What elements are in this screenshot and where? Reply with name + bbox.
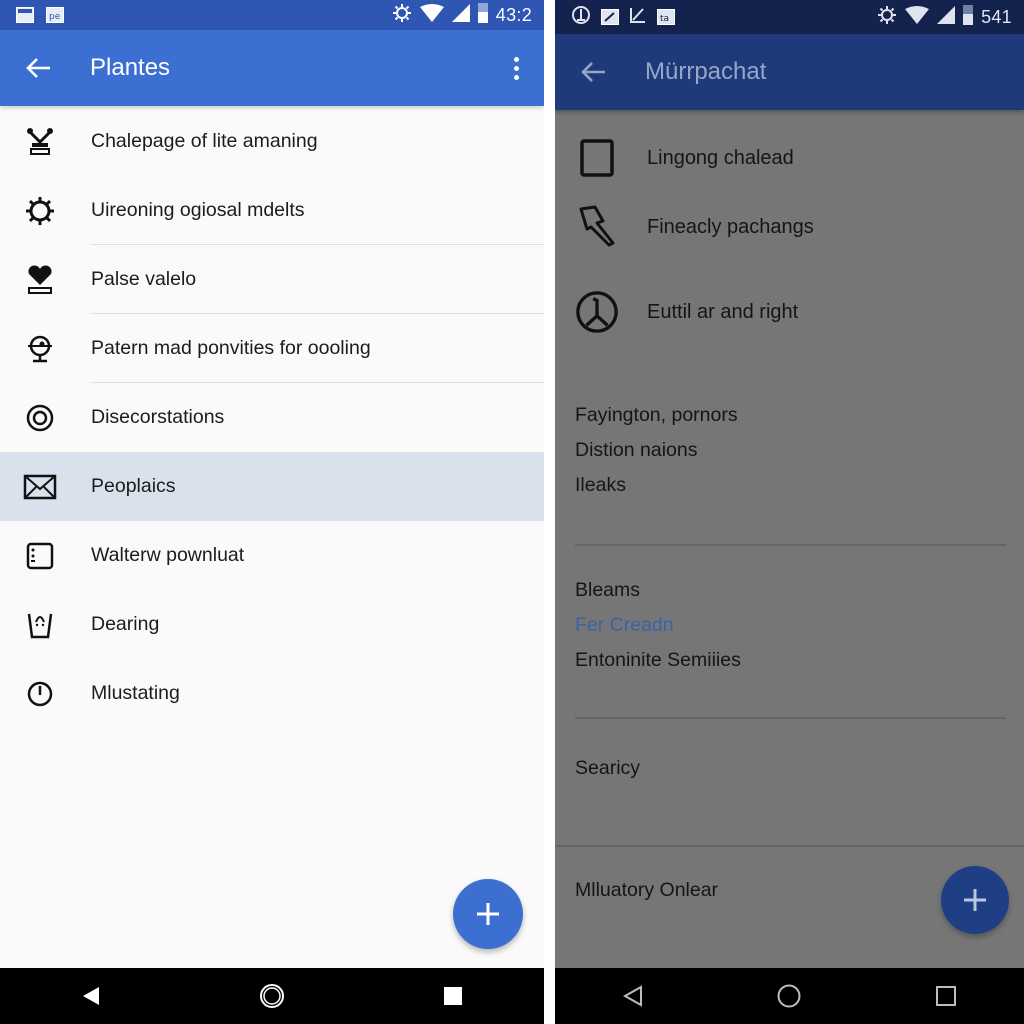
clock-icon [22,676,58,712]
more-options-button[interactable] [504,48,528,88]
list-text-item[interactable]: Searicy [575,757,640,780]
more-vert-icon [513,56,519,62]
settings-icon [877,5,897,30]
list-item-label: Fineacly pachangs [647,215,814,238]
list-item-label: Lingong chalead [647,146,794,169]
list-item[interactable]: Fineacly pachangs [555,197,1024,257]
status-bar: ta 541 [555,0,1024,34]
status-time: 541 [981,6,1012,27]
list-text-item[interactable]: Mlluatory Onlear [575,879,718,902]
image-notification-icon [601,9,619,25]
nav-home-button[interactable] [252,976,292,1016]
divider [575,717,1006,719]
nav-back-button[interactable] [613,976,653,1016]
app-bar: Plantes [0,30,544,106]
list-item[interactable]: Mlustating [0,659,544,728]
arrow-left-icon [581,62,605,82]
list-text-item[interactable]: Bleams [575,579,640,602]
accessibility-icon [571,5,591,30]
back-triangle-icon [82,987,99,1005]
status-time: 43:2 [495,4,532,25]
svg-text:pe: pe [49,12,61,22]
settings-icon [392,3,412,28]
list-text-item[interactable]: Entoninite Semiiies [575,649,741,672]
battery-icon [477,2,488,28]
list-item[interactable]: Walterw pownluat [0,521,544,590]
link-text-item[interactable]: Fer Creadn [575,614,674,637]
device-icon [22,538,58,574]
signal-icon [937,5,956,29]
app-notification-icon: pe [46,7,64,23]
list-text-item[interactable]: Ileaks [575,474,626,497]
list-item-label: Peoplaics [91,475,176,497]
navigation-bar [555,968,1024,1024]
plus-icon [477,903,499,925]
divider [555,845,1024,847]
navigation-bar [0,968,544,1024]
list-item[interactable]: Patern mad ponvities for oooling [0,314,544,383]
list-item[interactable]: Disecorstations [0,383,544,452]
menu-list: Chalepage of lite amaning Uireoning ogio… [0,107,544,728]
list-item[interactable]: Lingong chalead [555,128,1024,188]
list-item-label: Patern mad ponvities for oooling [91,337,371,359]
list-item-label: Walterw pownluat [91,544,245,566]
wifi-icon [905,5,930,29]
square-icon [575,136,619,180]
nav-recents-button[interactable] [926,976,966,1016]
list-text-item[interactable]: Distion naions [575,439,697,462]
peace-icon [575,290,619,334]
plus-icon [964,889,986,911]
image-notification-icon [16,7,34,23]
list-text-item[interactable]: Fayington, pornors [575,404,738,427]
list-item-label: Disecorstations [91,406,225,428]
divider [575,544,1006,546]
list-item[interactable]: Dearing [0,590,544,659]
status-bar: pe 43:2 [0,0,544,30]
home-circle-icon [777,984,801,1008]
svg-text:ta: ta [660,14,669,24]
wifi-icon [419,3,444,27]
home-circle-icon [259,984,284,1008]
back-button[interactable] [573,52,613,92]
page-title: Plantes [90,54,171,81]
list-item-label: Euttil ar and right [647,300,799,323]
heart-stand-icon [22,262,58,298]
list-item-label: Mlustating [91,682,180,704]
mail-icon [22,469,58,505]
recents-square-icon [935,986,956,1006]
list-item-selected[interactable]: Peoplaics [0,452,544,521]
list-item-label: Chalepage of lite amaning [91,130,318,152]
recents-square-icon [444,987,463,1005]
list-item[interactable]: Uireoning ogiosal mdelts [0,176,544,245]
add-fab-button[interactable] [453,879,523,949]
gear-icon [22,193,58,229]
list-item[interactable]: Palse valelo [0,245,544,314]
app-notification-icon: ta [657,9,675,25]
signal-icon [451,3,470,27]
back-triangle-icon [623,985,643,1007]
app-bar: Mürrpachat [555,34,1024,110]
right-phone-screen: ta 541 Mürrpachat Lingong chalead Fineac… [555,0,1024,1024]
trophy-icon [22,124,58,160]
list-item-label: Palse valelo [91,268,197,290]
edit-notification-icon [629,6,647,29]
target-icon [22,400,58,436]
nav-recents-button[interactable] [433,976,473,1016]
basket-icon [22,607,58,643]
left-phone-screen: pe 43:2 Plantes Chalepage of lite amanin… [0,0,544,1024]
back-button[interactable] [18,48,58,88]
arrow-left-icon [26,58,50,78]
list-item[interactable]: Chalepage of lite amaning [0,107,544,176]
nav-home-button[interactable] [769,976,809,1016]
list-item[interactable]: Euttil ar and right [555,282,1024,342]
pen-icon [575,205,619,249]
webcam-icon [22,331,58,367]
list-item-label: Dearing [91,613,160,635]
battery-icon [963,4,974,30]
nav-back-button[interactable] [71,976,111,1016]
list-item-label: Uireoning ogiosal mdelts [91,199,305,221]
page-title: Mürrpachat [645,58,767,85]
add-fab-button[interactable] [941,866,1009,934]
